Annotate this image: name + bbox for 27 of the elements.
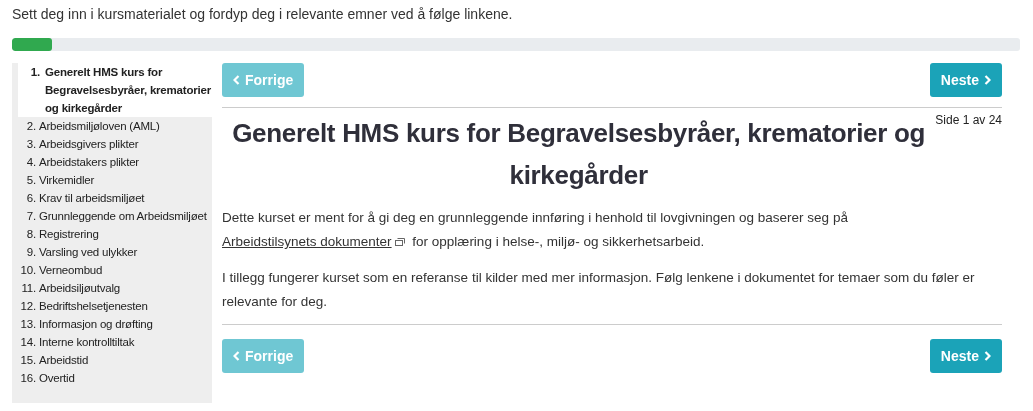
sidebar-item[interactable]: 13. Informasjon og drøfting (12, 315, 212, 333)
sidebar-item[interactable]: 5. Virkemidler (12, 171, 212, 189)
sidebar-item[interactable]: 8. Registrering (12, 225, 212, 243)
sidebar-item[interactable]: 11. Arbeidsiljøutvalg (12, 279, 212, 297)
sidebar-item[interactable]: 1. Generelt HMS kurs for Begravelsesbyråer, krematorier og kirkegårder (18, 63, 212, 117)
chevron-right-icon (984, 75, 991, 85)
document-link[interactable]: Arbeidstilsynets dokumenter (222, 234, 392, 249)
page-counter: Side 1 av 24 (935, 113, 1002, 127)
sidebar-item[interactable]: 4. Arbeidstakers plikter (12, 153, 212, 171)
paragraph: Dette kurset er ment for å gi deg en grunnleggende innføring i henhold til lovgivningen og baserer seg på Arbeidstilsynets dokumenter for opplæring i helse-, miljø- og sikkerhetsarbeid. (222, 209, 849, 251)
sidebar-item[interactable]: 15. Arbeidstid (12, 351, 212, 369)
external-link-icon (394, 238, 405, 247)
chevron-left-icon (233, 75, 240, 85)
sidebar-item[interactable]: 16. Overtid (12, 369, 212, 387)
sidebar-item[interactable]: 3. Arbeidsgivers plikter (12, 135, 212, 153)
page-title: Generelt HMS kurs for Begravelsesbyråer, krematorier og kirkegårder (231, 117, 927, 192)
sidebar-item[interactable]: 14. Interne kontrolltiltak (12, 333, 212, 351)
paragraph: I tillegg fungerer kurset som en referanse til kilder med mer informasjon. Følg lenkene i dokumentet for temaer som du føler er relevante for deg. (222, 269, 976, 311)
sidebar-item[interactable]: 12. Bedriftshelsetjenesten (12, 297, 212, 315)
sidebar-item[interactable]: 9. Varsling ved ulykker (12, 243, 212, 261)
chevron-left-icon (233, 351, 240, 361)
sidebar-item[interactable]: 7. Grunnleggende om Arbeidsmiljøet (12, 207, 212, 225)
sidebar-item[interactable]: 2. Arbeidsmiljøloven (AML) (12, 117, 212, 135)
sidebar-item[interactable]: 10. Verneombud (12, 261, 212, 279)
chevron-right-icon (984, 351, 991, 361)
intro-text: Sett deg inn i kursmaterialet og fordyp deg i relevante emner ved å følge linkene. (12, 5, 514, 24)
sidebar-item[interactable]: 6. Krav til arbeidsmiljøet (12, 189, 212, 207)
